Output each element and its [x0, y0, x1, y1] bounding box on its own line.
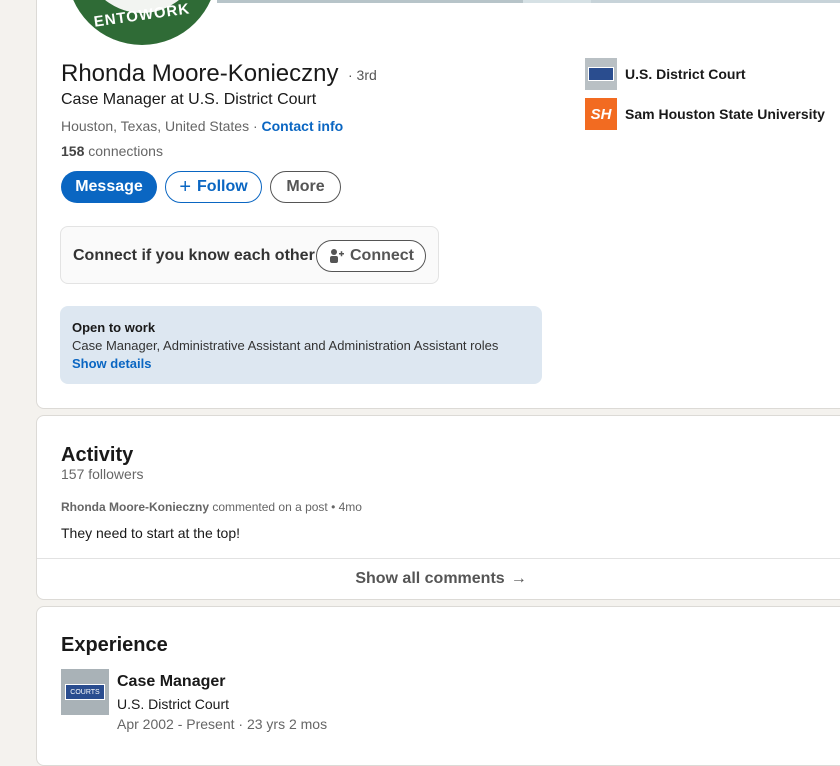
open-to-work-title: Open to work [72, 320, 156, 335]
connections-number: 158 [61, 143, 85, 159]
court-seal-icon [585, 58, 617, 90]
connect-button[interactable]: Connect [316, 240, 426, 272]
connect-label: Connect [350, 247, 414, 264]
show-details-link[interactable]: Show details [72, 356, 530, 371]
connection-degree: · 3rd [348, 67, 377, 83]
post-meta: Rhonda Moore-Konieczny commented on a po… [61, 500, 362, 514]
show-all-label: Show all comments [355, 570, 505, 587]
experience-card: Experience COURTS Case Manager U.S. Dist… [36, 606, 840, 766]
connections-label: connections [88, 143, 163, 159]
location-text: Houston, Texas, United States · [61, 118, 258, 134]
follow-button[interactable]: + Follow [165, 171, 262, 203]
open-to-work-box: Open to work Case Manager, Administrativ… [60, 306, 542, 384]
experience-title: Experience [61, 634, 168, 656]
arrow-right-icon: → [510, 570, 527, 587]
add-person-icon [330, 249, 344, 263]
profile-location: Houston, Texas, United States · Contact … [61, 118, 343, 134]
org-name: Sam Houston State University [625, 106, 825, 122]
follow-label: Follow [197, 178, 248, 195]
profile-card: ENTOWORK Rhonda Moore-Konieczny · 3rd Ca… [36, 0, 840, 409]
open-to-work-roles: Case Manager, Administrative Assistant a… [72, 338, 499, 353]
profile-headline: Case Manager at U.S. District Court [61, 91, 317, 108]
court-logo-text: COURTS [65, 684, 105, 700]
show-all-comments-button[interactable]: Show all comments → [37, 558, 840, 600]
contact-info-link[interactable]: Contact info [262, 118, 344, 134]
post-text[interactable]: They need to start at the top! [61, 525, 240, 541]
banner-strip [217, 0, 523, 3]
banner-strip [523, 0, 591, 3]
connect-prompt-text: Connect if you know each other [73, 247, 315, 264]
more-button[interactable]: More [270, 171, 341, 203]
connect-prompt: Connect if you know each other Connect [60, 226, 439, 284]
activity-card: Activity 157 followers Rhonda Moore-Koni… [36, 415, 840, 600]
followers-count: 157 followers [61, 466, 144, 482]
banner-strip [591, 0, 840, 3]
connections-count[interactable]: 158 connections [61, 143, 163, 159]
experience-dates: Apr 2002 - Present · 23 yrs 2 mos [117, 716, 328, 732]
experience-company: U.S. District Court [117, 696, 230, 712]
profile-name: Rhonda Moore-Konieczny [61, 60, 339, 87]
post-action: commented on a post • 4mo [212, 500, 362, 514]
post-author[interactable]: Rhonda Moore-Konieczny [61, 500, 209, 514]
plus-icon: + [179, 175, 192, 198]
org-us-district-court[interactable]: U.S. District Court [585, 58, 746, 90]
message-button[interactable]: Message [61, 171, 157, 203]
sh-logo-icon: SH [585, 98, 617, 130]
org-sam-houston[interactable]: SH Sam Houston State University [585, 98, 825, 130]
experience-job-title[interactable]: Case Manager [117, 673, 226, 691]
activity-title: Activity [61, 444, 134, 466]
org-name: U.S. District Court [625, 66, 746, 82]
avatar[interactable]: ENTOWORK [67, 0, 217, 45]
court-logo-icon[interactable]: COURTS [61, 669, 109, 715]
